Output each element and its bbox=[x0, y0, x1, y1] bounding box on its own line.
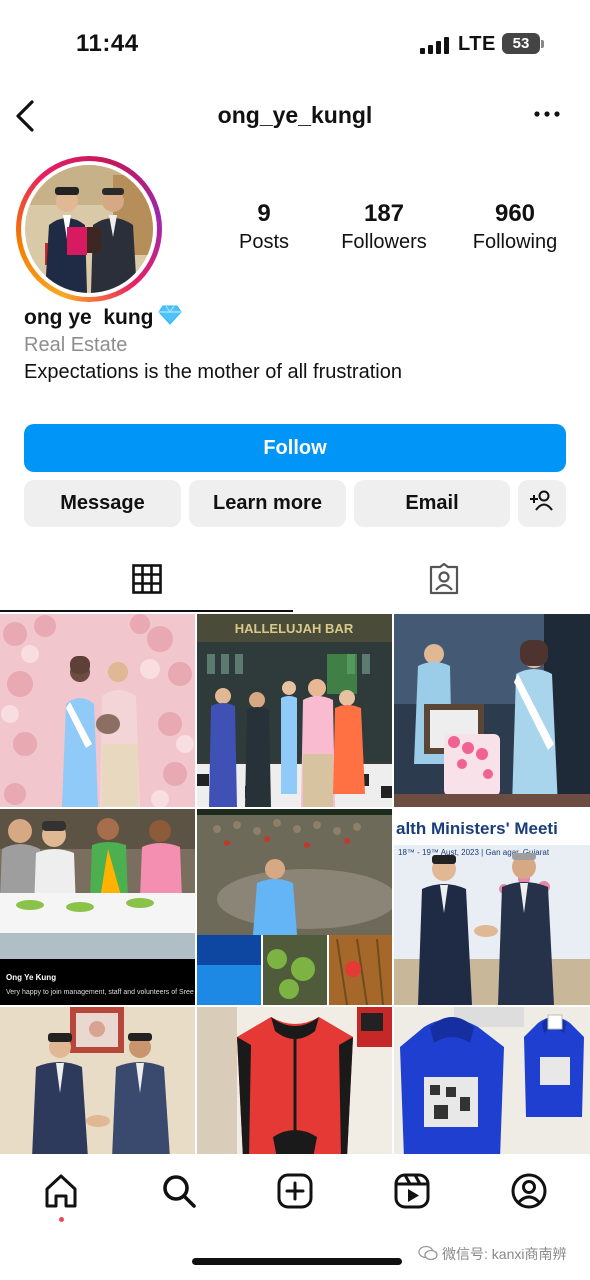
profile-category: Real Estate bbox=[24, 334, 128, 356]
battery-tip bbox=[541, 40, 544, 48]
post-thumbnail[interactable] bbox=[0, 614, 195, 807]
profile-bio: Expectations is the mother of all frustr… bbox=[24, 361, 402, 383]
nav-reels[interactable] bbox=[393, 1172, 433, 1212]
more-options-icon[interactable] bbox=[532, 102, 562, 126]
stat-following[interactable]: 960 Following bbox=[460, 200, 570, 256]
profile-stats: 9 Posts 187 Followers 960 Following bbox=[220, 200, 570, 256]
signal-icon bbox=[420, 36, 449, 54]
tab-tagged[interactable] bbox=[297, 550, 590, 612]
profile-tabs bbox=[0, 550, 590, 612]
home-indicator[interactable] bbox=[192, 1258, 402, 1265]
email-button[interactable]: Email bbox=[354, 480, 510, 527]
status-bar: 11:44 LTE 53 bbox=[0, 0, 590, 80]
wechat-icon bbox=[418, 1245, 438, 1264]
post-thumbnail[interactable]: Ong Ye Kung Very happy to join managemen… bbox=[0, 809, 195, 1005]
tab-posts[interactable] bbox=[0, 550, 293, 612]
post-thumbnail[interactable]: alth Ministers' Meeti 18™ - 19™ Aust, 20… bbox=[394, 809, 590, 1005]
story-ring[interactable] bbox=[16, 156, 162, 302]
profile-icon bbox=[510, 1173, 548, 1214]
battery-level: 53 bbox=[512, 35, 530, 52]
avatar bbox=[25, 165, 153, 293]
notification-dot bbox=[59, 1217, 64, 1222]
watermark-text: 微信号: kanxi商南辨 bbox=[442, 1246, 567, 1262]
battery-icon: 53 bbox=[502, 33, 540, 54]
watermark: 微信号: kanxi商南辨 bbox=[418, 1244, 566, 1264]
post-caption-name: Ong Ye Kung bbox=[6, 973, 56, 982]
nav-search[interactable] bbox=[160, 1172, 200, 1212]
message-button[interactable]: Message bbox=[24, 480, 181, 527]
stat-value: 187 bbox=[363, 200, 405, 227]
learn-more-button[interactable]: Learn more bbox=[189, 480, 346, 527]
post-thumbnail[interactable] bbox=[394, 1007, 590, 1154]
banner-title: alth Ministers' Meeti bbox=[396, 819, 558, 838]
stat-value: 960 bbox=[494, 200, 536, 227]
bar-sign: HALLELUJAH BAR bbox=[235, 621, 354, 636]
post-thumbnail[interactable]: HALLELUJAH BAR bbox=[197, 614, 392, 807]
stat-posts[interactable]: 9 Posts bbox=[220, 200, 308, 256]
create-icon bbox=[276, 1173, 314, 1214]
post-thumbnail[interactable] bbox=[394, 614, 590, 807]
stat-label: Posts bbox=[238, 231, 290, 253]
active-tab-indicator bbox=[0, 610, 293, 612]
diamond-icon bbox=[157, 305, 182, 331]
network-label: LTE bbox=[458, 33, 496, 55]
post-thumbnail[interactable] bbox=[0, 1007, 195, 1154]
search-icon bbox=[160, 1175, 198, 1214]
reels-icon bbox=[393, 1173, 431, 1214]
suggested-users-button[interactable] bbox=[518, 480, 566, 527]
nav-home[interactable] bbox=[42, 1172, 82, 1212]
posts-grid: HALLELUJAH BAR Ong Ye Kung Very happy to… bbox=[0, 614, 590, 1154]
post-caption-text: Very happy to join management, staff and… bbox=[6, 989, 194, 996]
status-time: 11:44 bbox=[76, 30, 139, 57]
nav-profile[interactable] bbox=[510, 1172, 550, 1212]
display-name: ong ye kung bbox=[24, 305, 182, 331]
grid-icon bbox=[131, 563, 162, 599]
post-thumbnail[interactable] bbox=[197, 809, 392, 1005]
post-thumbnail[interactable] bbox=[197, 1007, 392, 1154]
stat-followers[interactable]: 187 Followers bbox=[308, 200, 460, 256]
stat-label: Followers bbox=[341, 231, 427, 253]
add-person-icon bbox=[529, 490, 555, 518]
profile-username: ong_ye_kungl bbox=[217, 102, 373, 128]
home-icon bbox=[42, 1174, 80, 1214]
follow-button[interactable]: Follow bbox=[24, 424, 566, 472]
action-buttons: Message Learn more Email bbox=[24, 480, 566, 527]
stat-value: 9 bbox=[257, 200, 271, 227]
display-name-text: ong ye kung bbox=[24, 306, 154, 329]
profile-header: ong_ye_kungl bbox=[0, 90, 590, 140]
nav-create[interactable] bbox=[276, 1172, 316, 1212]
stat-label: Following bbox=[472, 231, 558, 253]
tagged-icon bbox=[427, 562, 461, 600]
